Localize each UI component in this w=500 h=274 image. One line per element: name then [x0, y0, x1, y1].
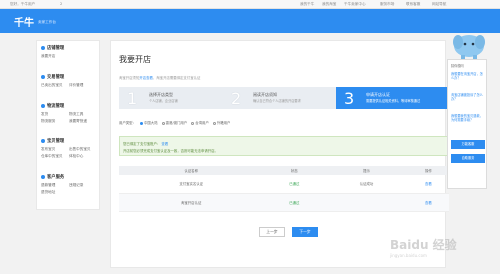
radio-hk-macau[interactable] [161, 121, 165, 125]
hint-link[interactable]: 开店查看 [139, 76, 153, 80]
watermark-sub: jingyan.baidu.com [390, 253, 427, 258]
mascot-icon [453, 35, 485, 60]
topbar-center-text: 2 [60, 2, 63, 6]
cell-tip: 认证成功 [325, 175, 408, 194]
sidebar-item-refunds[interactable]: 退款管理 [41, 183, 55, 188]
col-header-tip: 提示 [325, 166, 408, 175]
notice-text: 您已绑定了支付宝账户： [123, 142, 161, 146]
next-step-button[interactable]: 下一步 [292, 227, 318, 237]
notice-line-2: 开店前您必须完成支付宝认证及一致，否则可能无法申请开店。 [123, 149, 218, 153]
sidebar-group-title: 店铺管理 [47, 46, 65, 51]
help-title: 猜你想问 [451, 64, 464, 68]
cell-name: 支付宝实名认证 [119, 175, 264, 194]
cell-tip [325, 193, 408, 212]
hint-label: 淘宝开店须知 [119, 76, 140, 80]
table-header-row: 认证名称 状态 提示 操作 [119, 166, 449, 175]
table-row: 支付宝实名认证 已通过 认证成功 查看 [119, 175, 449, 194]
sidebar-item-return-address[interactable]: 退货地址 [41, 190, 55, 195]
baidu-watermark: Baidu 经验 jingyan.baidu.com [390, 236, 457, 258]
user-type-radios: 用户类型： 中国大陆 香港/澳门用户 台湾用户 外籍用户 [119, 120, 230, 125]
sidebar-item-reviews[interactable]: 评价管理 [69, 83, 83, 88]
radio-label-foreign: 外籍用户 [216, 121, 231, 125]
topbar-link-my-taobao[interactable]: 我的淘宝 [322, 2, 336, 7]
sidebar-item-violations[interactable]: 违规记录 [69, 183, 83, 188]
notice-line-1: 您已绑定了支付宝账户： 查看 [123, 141, 168, 146]
radio-foreign[interactable] [212, 121, 216, 125]
step-1: 1 选择开店类型 个人店铺，企业店铺 [119, 87, 223, 109]
sidebar: 店铺管理 我要开店 交易管理 已卖出的宝贝 评价管理 物流管理 发货 物流工具 … [36, 40, 100, 210]
greeting-text: 您好，千牛用户 [10, 2, 36, 6]
col-header-name: 认证名称 [119, 166, 264, 175]
alipay-notice: 您已绑定了支付宝账户： 查看 开店前您必须完成支付宝认证及一致，否则可能无法申请… [119, 136, 449, 156]
step-2: 2 阅读开店须知 确认自己符合个人店铺的开店要求 [223, 87, 336, 109]
cell-name: 淘宝开店认证 [119, 193, 264, 212]
topbar-link-contact[interactable]: 联系客服 [406, 2, 420, 7]
radio-label-hk-macau: 香港/澳门用户 [165, 121, 188, 125]
radio-label-mainland: 中国大陆 [144, 121, 158, 125]
sidebar-item-open-store[interactable]: 我要开店 [41, 54, 55, 59]
watermark-text: Baidu 经验 [390, 238, 457, 252]
cell-view-link[interactable]: 查看 [407, 193, 449, 212]
topbar-link-service-market[interactable]: 服务市场 [380, 2, 394, 7]
sidebar-group-title: 客户服务 [47, 175, 65, 180]
sidebar-group-title: 交易管理 [47, 75, 65, 80]
hint-rest: ，淘宝开店需要绑定支付宝认证 [152, 76, 201, 80]
sidebar-group-title: 物流管理 [47, 104, 65, 109]
page-title: 我要开店 [119, 55, 151, 64]
user-type-label: 用户类型： [119, 121, 136, 125]
sidebar-item-ship[interactable]: 发货 [41, 112, 48, 117]
cell-view-link[interactable]: 查看 [407, 175, 449, 194]
table-row: 淘宝开店认证 已通过 查看 [119, 193, 449, 212]
customer-service-button[interactable]: 万能客服 [451, 140, 485, 149]
help-question-1[interactable]: 我想要在淘宝开店，怎么办？ [451, 72, 485, 80]
sidebar-group-title: 宝贝管理 [47, 139, 65, 144]
help-question-3[interactable]: 我想要我的宝贝退款，为何需要手续？ [451, 114, 485, 122]
topbar-link-site-nav[interactable]: 网站导航 [432, 2, 446, 7]
col-header-op: 操作 [407, 166, 449, 175]
sidebar-item-health-check[interactable]: 体检中心 [69, 154, 83, 159]
step-subtitle: 确认自己符合个人店铺的开店要求 [253, 99, 301, 103]
cell-status: 已通过 [263, 193, 326, 212]
sidebar-item-publish[interactable]: 发布宝贝 [41, 147, 55, 152]
prev-step-button[interactable]: 上一步 [259, 227, 285, 237]
radio-taiwan[interactable] [191, 121, 195, 125]
step-progress: 1 选择开店类型 个人店铺，企业店铺 2 阅读开店须知 确认自己符合个人店铺的开… [119, 87, 449, 109]
sidebar-item-sold[interactable]: 已卖出的宝贝 [41, 83, 63, 88]
radio-label-taiwan: 台湾用户 [195, 121, 209, 125]
top-utility-bar: 您好，千牛用户 2 我的千牛 我的淘宝 千牛卖家中心 服务市场 联系客服 网站导… [0, 0, 500, 9]
self-service-button[interactable]: 自助服务 [451, 154, 485, 163]
notice-view-link[interactable]: 查看 [161, 142, 168, 146]
topbar-link-my-qianniu[interactable]: 我的千牛 [300, 2, 314, 7]
sidebar-item-send-express[interactable]: 我要寄快递 [69, 119, 87, 124]
qianniu-logo[interactable]: 千牛 [14, 14, 34, 29]
help-panel: 猜你想问 我想要在淘宝开店，怎么办？ 淘宝店铺被投诉了怎么办？ 我想要我的宝贝退… [447, 59, 487, 189]
step-subtitle: 需要提供认证相关资料，等待审核通过 [366, 99, 421, 103]
step-number: 1 [127, 89, 138, 108]
step-number: 3 [344, 89, 355, 108]
sidebar-item-warehouse[interactable]: 仓库中的宝贝 [41, 154, 63, 159]
radio-mainland[interactable] [140, 121, 144, 125]
hint-text: 淘宝开店须知开店查看，淘宝开店需要绑定支付宝认证 [119, 75, 200, 80]
main-panel: 我要开店 淘宝开店须知开店查看，淘宝开店需要绑定支付宝认证 1 选择开店类型 个… [110, 40, 449, 268]
step-3: 3 申请开店认证 需要提供认证相关资料，等待审核通过 [336, 87, 449, 109]
certification-table: 认证名称 状态 提示 操作 支付宝实名认证 已通过 认证成功 查看 淘宝开店认证… [119, 166, 449, 212]
sidebar-item-logistics-tools[interactable]: 物流工具 [69, 112, 83, 117]
help-question-2[interactable]: 淘宝店铺被投诉了怎么办？ [451, 93, 485, 101]
col-header-status: 状态 [263, 166, 326, 175]
logo-subtitle: 卖家工作台 [38, 20, 56, 24]
cell-status: 已通过 [263, 175, 326, 194]
brand-header: 千牛 卖家工作台 [0, 9, 500, 33]
step-number: 2 [231, 89, 242, 108]
step-subtitle: 个人店铺，企业店铺 [149, 99, 178, 103]
sidebar-item-logistics-service[interactable]: 物流服务 [41, 119, 55, 124]
topbar-link-seller-center[interactable]: 千牛卖家中心 [344, 2, 366, 7]
sidebar-item-on-sale[interactable]: 出售中的宝贝 [69, 147, 91, 152]
